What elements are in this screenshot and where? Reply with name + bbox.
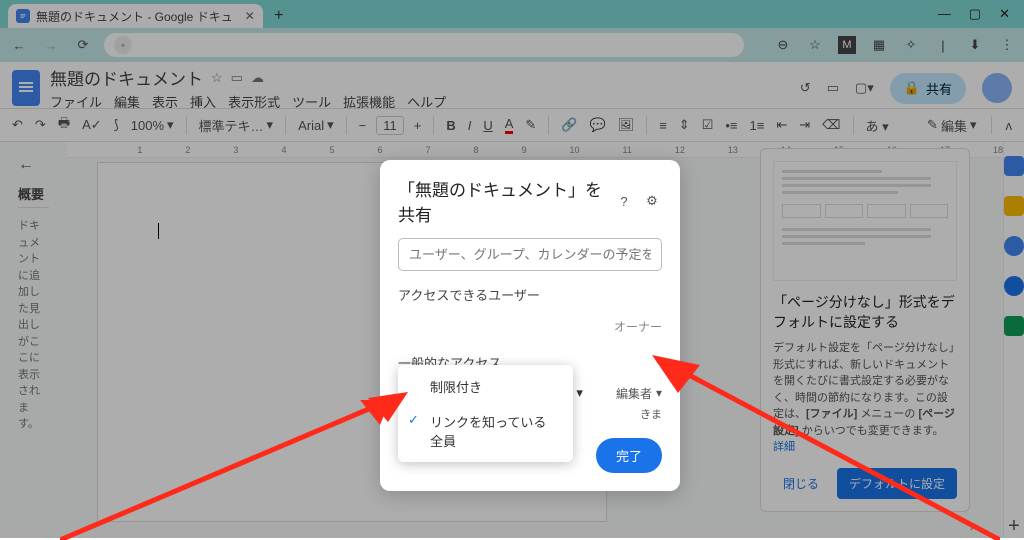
access-option-restricted[interactable]: 制限付き <box>398 369 573 404</box>
access-dropdown-menu: 制限付き リンクを知っている全員 <box>398 365 573 462</box>
share-done-button[interactable]: 完了 <box>596 438 662 473</box>
access-option-anyone-with-link[interactable]: リンクを知っている全員 <box>398 404 573 458</box>
chevron-down-icon: ▾ <box>656 386 662 400</box>
chevron-down-icon: ▾ <box>576 385 583 401</box>
share-users-section-title: アクセスできるユーザー <box>398 285 662 304</box>
share-dialog-title: 「無題のドキュメント」を共有 <box>398 176 606 226</box>
role-dropdown[interactable]: 編集者▾ <box>616 385 662 402</box>
help-icon[interactable]: ? <box>614 191 634 211</box>
share-add-people-input[interactable] <box>398 238 662 271</box>
gear-icon[interactable]: ⚙ <box>642 191 662 211</box>
share-owner-label: オーナー <box>398 318 662 335</box>
